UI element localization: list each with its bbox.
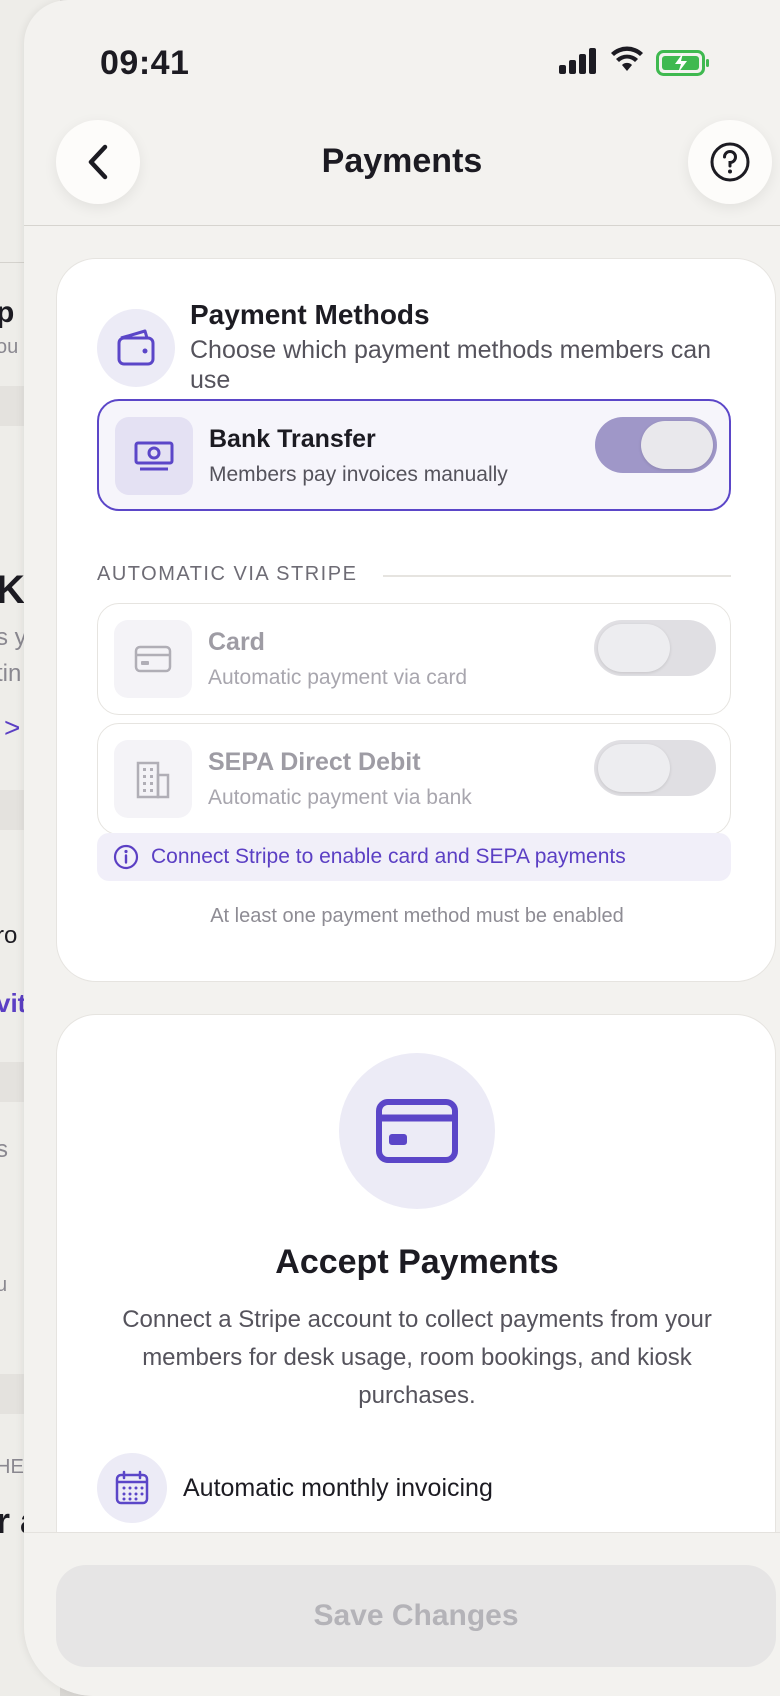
page-title: Payments [321, 142, 483, 180]
wallet-icon [97, 309, 175, 387]
bank-transfer-option[interactable]: Bank Transfer Members pay invoices manua… [97, 399, 731, 511]
card-option[interactable]: Card Automatic payment via card [97, 603, 731, 715]
payment-methods-subtitle: Choose which payment methods members can… [190, 336, 712, 394]
signal-icon [559, 48, 596, 74]
help-button[interactable] [688, 120, 772, 204]
sepa-option[interactable]: SEPA Direct Debit Automatic payment via … [97, 723, 731, 835]
bottom-bar: Save Changes [24, 1532, 780, 1696]
bg-text-fragment: > [4, 712, 21, 743]
divider [383, 575, 731, 577]
card-label: Card [208, 628, 265, 656]
stripe-notice-text: Connect Stripe to enable card and SEPA p… [151, 845, 626, 868]
bg-text-fragment: ro [0, 922, 18, 949]
feature-label: Automatic monthly invoicing [183, 1473, 493, 1502]
bank-transfer-desc: Members pay invoices manually [209, 463, 508, 486]
sepa-label: SEPA Direct Debit [208, 748, 421, 776]
info-icon [113, 844, 139, 870]
toggle-knob [598, 624, 670, 672]
bg-text-fragment: s [0, 1136, 8, 1163]
bg-text-fragment: u [0, 1274, 8, 1296]
status-bar: 09:41 [24, 0, 780, 110]
bg-text-fragment: ou [0, 336, 19, 358]
bg-text-fragment: p [0, 296, 15, 329]
sepa-desc: Automatic payment via bank [208, 786, 472, 809]
feature-item: Automatic monthly invoicing [97, 1453, 493, 1523]
accept-payments-title: Accept Payments [275, 1243, 559, 1281]
payments-sheet: 09:41 Payments Payment Methods Choose wh… [24, 0, 780, 1696]
accept-payments-desc: Connect a Stripe account to collect paym… [122, 1306, 712, 1409]
credit-card-icon [339, 1053, 495, 1209]
sepa-toggle[interactable] [594, 740, 716, 796]
bg-text-fragment: tin [0, 660, 22, 687]
section-label-stripe: AUTOMATIC VIA STRIPE [97, 563, 358, 585]
bank-transfer-toggle[interactable] [595, 417, 717, 473]
bg-text-fragment: vit [0, 988, 27, 1018]
banknote-icon [115, 417, 193, 495]
stripe-notice[interactable]: Connect Stripe to enable card and SEPA p… [97, 833, 731, 881]
building-icon [114, 740, 192, 818]
card-toggle[interactable] [594, 620, 716, 676]
credit-card-icon [114, 620, 192, 698]
footnote: At least one payment method must be enab… [210, 905, 624, 927]
save-changes-button[interactable]: Save Changes [56, 1565, 776, 1667]
card-desc: Automatic payment via card [208, 666, 468, 689]
bg-text-fragment: s y [0, 624, 27, 651]
wifi-icon [611, 46, 643, 71]
status-time: 09:41 [100, 44, 190, 82]
payment-methods-card: Payment Methods Choose which payment met… [56, 258, 776, 982]
battery-icon [656, 50, 709, 76]
bank-transfer-label: Bank Transfer [209, 425, 376, 453]
accept-payments-card: Accept Payments Connect a Stripe account… [56, 1014, 776, 1532]
toggle-knob [598, 744, 670, 792]
toggle-knob [641, 421, 713, 469]
payment-methods-title: Payment Methods [190, 299, 430, 330]
scroll-content[interactable]: Payment Methods Choose which payment met… [24, 226, 780, 1532]
calendar-icon [97, 1453, 167, 1523]
help-icon [710, 142, 750, 182]
nav-bar: Payments [24, 110, 780, 226]
